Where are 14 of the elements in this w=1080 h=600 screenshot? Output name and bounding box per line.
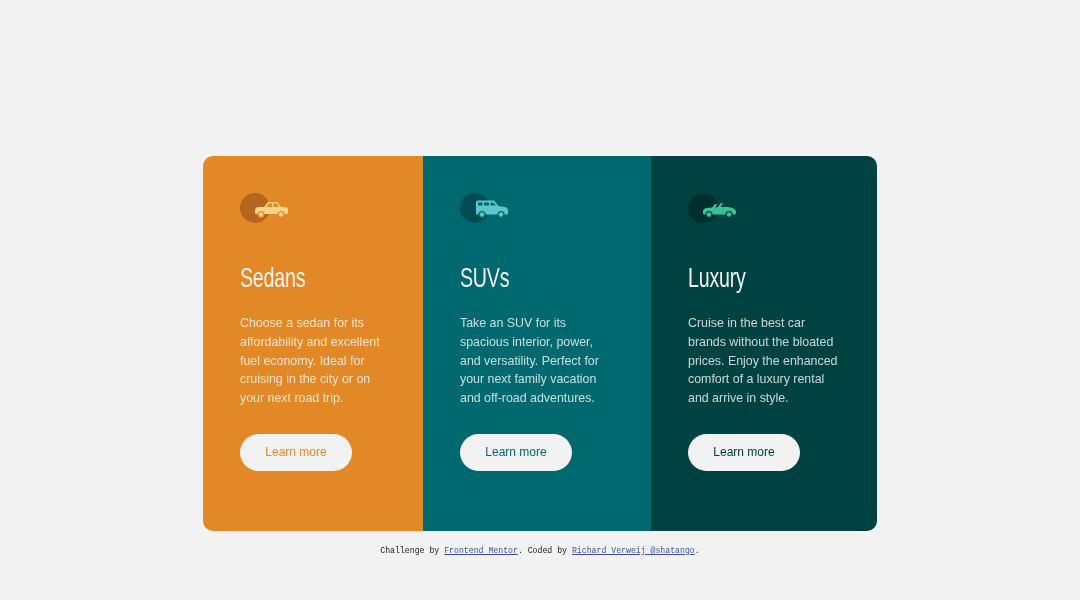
card-description: Take an SUV for its spacious interior, power, and versatility. Perfect for your next family vacation and off-road adventures. — [460, 315, 600, 407]
car-icon — [240, 193, 288, 223]
attribution-link[interactable]: Frontend Mentor — [444, 545, 518, 555]
attribution-link[interactable]: Richard Verweij @shatango — [571, 545, 695, 555]
learn-more-button[interactable]: Learn more — [460, 433, 572, 471]
learn-more-button[interactable]: Learn more — [688, 433, 800, 471]
suv-icon — [460, 193, 508, 223]
card-description: Choose a sedan for its affordability and excellent fuel economy. Ideal for cruising in the city or on your next road trip. — [240, 315, 381, 407]
convertible-car-icon — [688, 193, 736, 223]
card-heading: Sedans — [240, 264, 306, 292]
attribution-text: Challenge by Frontend Mentor. Coded by Richard Verweij @shatango. — [380, 544, 700, 557]
card-heading: SUVs — [460, 264, 510, 292]
card-description: Cruise in the best car brands without the bloated prices. Enjoy the enhanced comfort of a luxury rental and arrive in style. — [688, 315, 839, 407]
card-heading: Luxury — [688, 264, 746, 292]
